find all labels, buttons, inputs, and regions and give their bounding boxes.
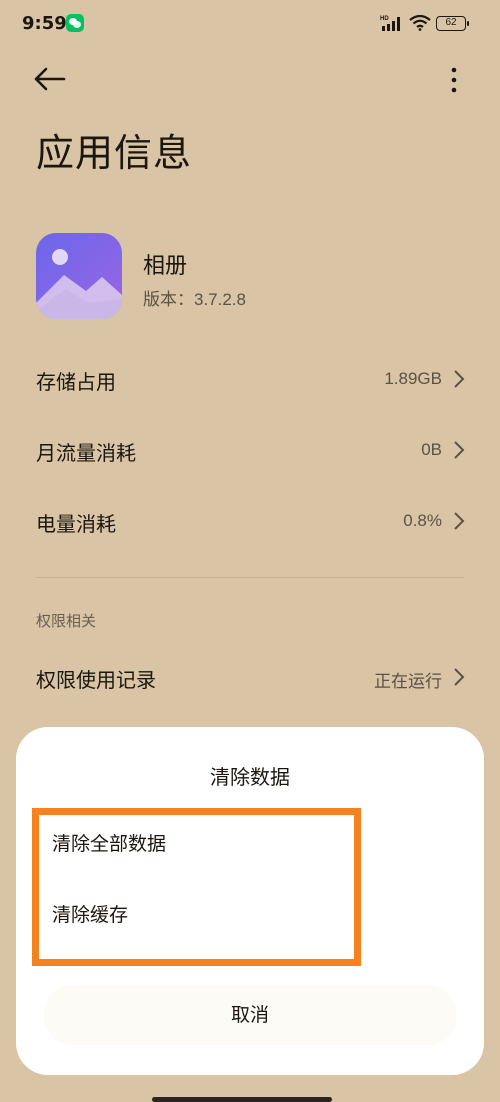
home-indicator[interactable]	[152, 1097, 332, 1102]
clear-all-data-option[interactable]: 清除全部数据	[36, 822, 356, 866]
permission-usage-label: 权限使用记录	[36, 668, 156, 692]
chevron-right-icon	[454, 370, 465, 388]
permissions-section-label: 权限相关	[36, 612, 97, 630]
monthly-traffic-row[interactable]: 月流量消耗 0B	[36, 423, 466, 477]
monthly-traffic-label: 月流量消耗	[36, 441, 136, 465]
page-title: 应用信息	[36, 131, 193, 175]
battery-usage-label: 电量消耗	[36, 512, 116, 536]
network-type-label: HD	[380, 16, 389, 22]
chevron-right-icon	[454, 512, 465, 530]
clear-cache-option[interactable]: 清除缓存	[36, 893, 356, 937]
permission-usage-value: 正在运行	[374, 672, 442, 691]
permission-usage-row[interactable]: 权限使用记录 正在运行	[36, 650, 466, 704]
back-arrow-icon[interactable]	[30, 60, 70, 100]
cancel-button[interactable]: 取消	[44, 985, 456, 1045]
status-bar: 9:59 HD 62	[0, 0, 500, 48]
battery-usage-row[interactable]: 电量消耗 0.8%	[36, 494, 466, 548]
storage-usage-row[interactable]: 存储占用 1.89GB	[36, 352, 466, 406]
chevron-right-icon	[454, 668, 465, 686]
signal-icon: HD	[380, 16, 400, 31]
wifi-icon	[409, 15, 431, 31]
wechat-notification-icon	[66, 14, 84, 32]
monthly-traffic-value: 0B	[421, 440, 442, 459]
more-menu-icon[interactable]	[438, 62, 470, 98]
gallery-app-icon	[36, 233, 122, 319]
app-version: 版本：3.7.2.8	[143, 290, 246, 309]
section-divider	[36, 577, 464, 578]
chevron-right-icon	[454, 441, 465, 459]
clear-data-sheet: 清除数据 清除全部数据 清除缓存 取消	[16, 727, 484, 1075]
battery-usage-value: 0.8%	[403, 511, 442, 530]
sheet-title: 清除数据	[210, 765, 290, 789]
status-time: 9:59	[22, 13, 67, 34]
battery-indicator: 62	[436, 16, 469, 31]
storage-usage-label: 存储占用	[36, 370, 116, 394]
app-name: 相册	[143, 254, 188, 279]
storage-usage-value: 1.89GB	[384, 369, 442, 388]
